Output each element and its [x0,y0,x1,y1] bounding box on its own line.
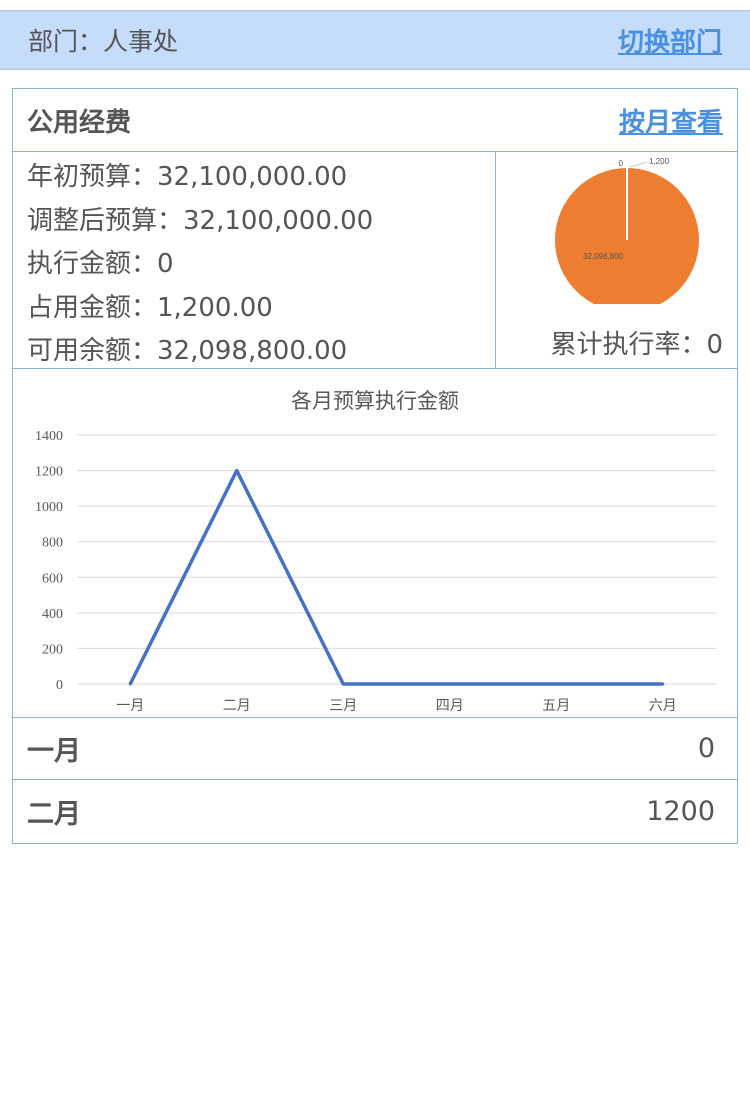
switch-department-link[interactable]: 切换部门 [618,22,722,59]
occupied-amount: 占用金额：1,200.00 [27,292,273,323]
card-header: 公用经费 按月查看 [13,89,737,152]
adjusted-budget: 调整后预算：32,100,000.00 [27,205,374,236]
data-point [341,682,345,686]
budget-card: 公用经费 按月查看 年初预算：32,100,000.00 调整后预算：32,10… [12,88,738,844]
chart-gridlines [77,434,716,685]
month-name: 一月 [27,736,81,767]
chart-title: 各月预算执行金额 [291,389,459,413]
data-point [661,682,665,686]
pie-label-occupied: 1,200 [649,157,670,166]
month-name: 二月 [27,798,81,830]
y-tick-label: 0 [56,678,63,693]
y-tick-label: 400 [42,607,63,622]
x-tick-label: 二月 [223,698,251,714]
month-value: 0 [697,733,715,764]
line-chart: 各月预算执行金额 0 200 400 600 800 1000 1200 1400 一月 二月 三… [35,389,716,714]
initial-budget: 年初预算：32,100,000.00 [27,162,348,192]
chart-x-axis: 一月 二月 三月 四月 五月 六月 [116,698,677,714]
pie-chart: 0 1,200 32,098,800 [555,157,699,304]
y-tick-label: 600 [42,571,63,586]
card-title: 公用经费 [27,107,132,138]
pie-panel: 0 1,200 32,098,800 累计执行率：0 [497,152,737,369]
x-tick-label: 四月 [436,698,464,714]
y-tick-label: 1200 [35,465,63,480]
available-balance: 可用余额：32,098,800.00 [27,336,348,366]
data-point [448,682,452,686]
x-tick-label: 五月 [542,698,570,714]
budget-figures: 年初预算：32,100,000.00 调整后预算：32,100,000.00 执… [13,152,496,369]
month-row[interactable]: 一月 0 [13,718,737,780]
y-tick-label: 1400 [35,429,63,444]
month-row[interactable]: 二月 1200 [13,780,737,842]
data-point [128,682,132,686]
data-point [235,469,239,473]
pie-label-available: 32,098,800 [583,252,624,261]
pie-label-executed: 0 [619,159,624,168]
y-tick-label: 1000 [35,500,63,515]
cumulative-rate: 累计执行率：0 [550,330,723,360]
budget-summary: 年初预算：32,100,000.00 调整后预算：32,100,000.00 执… [13,152,737,369]
month-value: 1200 [646,795,715,827]
y-tick-label: 200 [42,642,63,657]
x-tick-label: 三月 [329,698,357,714]
x-tick-label: 一月 [116,698,144,714]
monthly-chart: 各月预算执行金额 0 200 400 600 800 1000 1200 1400 一月 二月 三… [13,369,737,718]
x-tick-label: 六月 [649,698,677,714]
department-label: 部门：人事处 [28,27,179,56]
chart-y-axis: 0 200 400 600 800 1000 1200 1400 [35,429,63,693]
executed-amount: 执行金额：0 [27,249,174,279]
header-bar: 部门：人事处 切换部门 [0,10,750,70]
view-by-month-link[interactable]: 按月查看 [619,102,723,139]
pie-leader-line [629,161,648,168]
y-tick-label: 800 [42,536,63,551]
data-point [554,682,558,686]
